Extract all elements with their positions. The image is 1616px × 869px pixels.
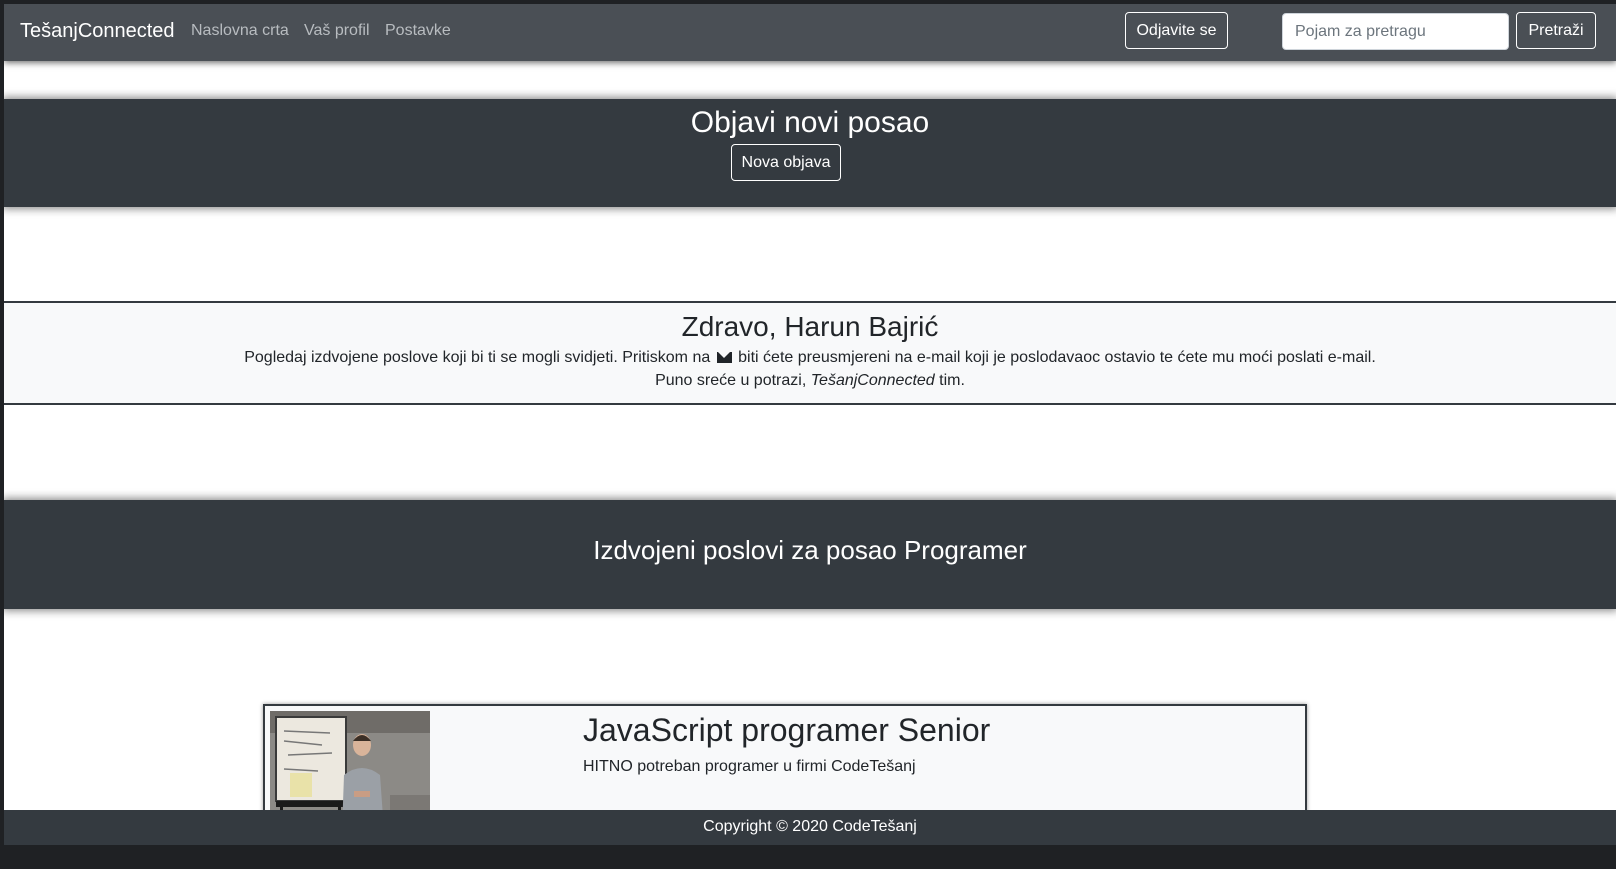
envelope-icon — [716, 352, 732, 363]
greeting-text-before: Pogledaj izdvojene poslove koji bi ti se… — [244, 349, 711, 366]
post-job-title: Objavi novi posao — [690, 106, 930, 139]
greeting-line-1: Pogledaj izdvojene poslove koji bi ti se… — [4, 349, 1616, 367]
bottom-strip — [4, 845, 1616, 869]
search-button[interactable]: Pretraži — [1516, 12, 1596, 49]
navbar: TešanjConnected Naslovna crta Vaš profil… — [4, 4, 1616, 61]
featured-jobs-title: Izdvojeni poslovi za posao Programer — [593, 535, 1027, 565]
job-title: JavaScript programer Senior — [583, 712, 991, 748]
nav-link-profil[interactable]: Vaš profil — [304, 22, 370, 40]
post-job-section: Objavi novi posao Nova objava — [4, 99, 1616, 207]
greeting-team: tim. — [939, 372, 965, 389]
greeting-line-2: Puno sreće u potrazi, TešanjConnected ti… — [4, 372, 1616, 390]
search-input[interactable] — [1282, 13, 1509, 50]
job-description: HITNO potreban programer u firmi CodeTeš… — [583, 758, 916, 775]
greeting-text-after: biti ćete preusmjereni na e-mail koji je… — [738, 349, 1376, 366]
featured-jobs-section: Izdvojeni poslovi za posao Programer — [4, 500, 1616, 609]
greeting-signoff: Puno sreće u potrazi, — [655, 372, 807, 389]
brand-link[interactable]: TešanjConnected — [20, 20, 175, 43]
greeting-section: Zdravo, Harun Bajrić Pogledaj izdvojene … — [4, 301, 1616, 405]
logout-button[interactable]: Odjavite se — [1125, 12, 1228, 49]
greeting-title: Zdravo, Harun Bajrić — [681, 311, 939, 342]
nav-link-postavke[interactable]: Postavke — [385, 22, 451, 40]
greeting-brand: TešanjConnected — [810, 372, 935, 389]
new-post-button[interactable]: Nova objava — [731, 144, 841, 181]
browser-viewport: TešanjConnected Naslovna crta Vaš profil… — [4, 4, 1616, 869]
nav-link-naslovna[interactable]: Naslovna crta — [191, 22, 289, 40]
footer-copyright: Copyright © 2020 CodeTešanj — [703, 818, 917, 835]
footer: Copyright © 2020 CodeTešanj — [4, 810, 1616, 845]
